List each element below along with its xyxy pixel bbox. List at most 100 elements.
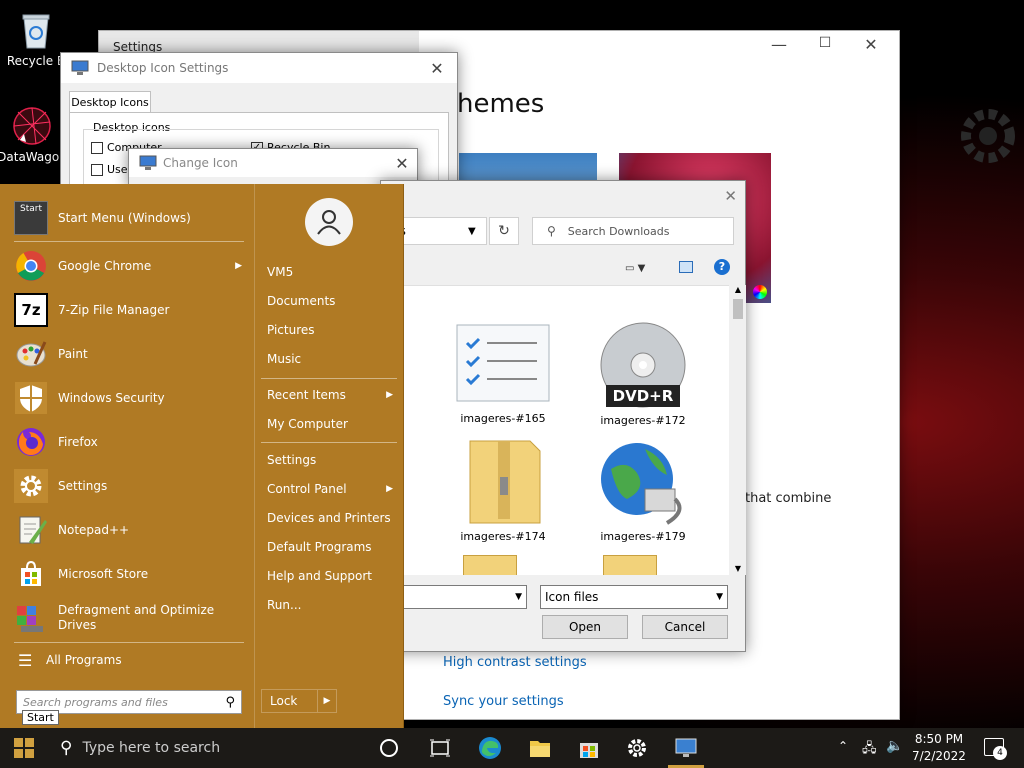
list-icon: ☰ [18,650,33,670]
settings-gear-icon[interactable] [625,736,649,760]
cancel-button[interactable]: Cancel [642,615,728,639]
file-item[interactable]: imageres-#174 [451,437,555,543]
folder-icon [463,555,517,575]
close-button[interactable]: ✕ [417,59,457,78]
start-item-microsoft-store[interactable]: Microsoft Store [14,552,246,596]
desktop-icon-label: Recycle B [6,54,66,68]
start-item-label: Defragment and Optimize Drives [58,603,215,632]
start-item-label: Windows Security [58,390,165,405]
display-settings-icon[interactable] [674,736,698,760]
high-contrast-link[interactable]: High contrast settings [443,655,587,670]
start-item-label: Start Menu (Windows) [58,210,191,225]
zip-folder-icon [469,440,541,524]
close-button[interactable]: ✕ [387,154,417,173]
file-name: imageres-#174 [460,530,546,543]
search-icon[interactable]: ⚲ [225,695,235,710]
file-item[interactable]: DVD+R imageres-#172 [591,321,695,427]
monitor-icon [139,155,157,170]
view-menu-icon[interactable]: ▭ ▼ [625,263,655,279]
lock-button[interactable]: Lock [261,689,317,713]
place-label: VM5 [267,265,294,279]
place-label: Run... [267,598,302,612]
search-placeholder: Search programs and files [23,695,168,709]
taskbar: ⚲ Type here to search ⌃ 🖧 🔈 8:50 PM 7/2/… [0,728,1024,768]
start-item-settings[interactable]: Settings [14,464,246,508]
user-avatar[interactable] [305,198,353,246]
dialog-title: Change Icon [163,156,238,170]
all-programs-button[interactable]: ☰ All Programs [14,648,246,672]
place-settings[interactable]: Settings [267,448,397,472]
search-icon: ⚲ [547,224,556,238]
task-view-icon[interactable] [428,736,452,760]
place-documents[interactable]: Documents [267,289,397,313]
lock-options-button[interactable]: ▶ [317,689,337,713]
start-item-paint[interactable]: Paint [14,332,246,376]
place-control-panel[interactable]: Control Panel ▶ [267,477,397,501]
help-icon[interactable]: ? [714,259,730,275]
shield-icon [14,381,48,415]
start-item-label: 7-Zip File Manager [58,302,170,317]
gear-watermark-icon [961,109,1015,163]
chevron-down-icon[interactable]: ▼ [468,226,486,237]
store-icon [14,557,48,591]
minimize-button[interactable]: — [759,35,799,59]
start-item-chrome[interactable]: Google Chrome ▶ [14,244,246,288]
start-item-defragment[interactable]: Defragment and Optimize Drives [14,596,246,640]
start-item-windows-security[interactable]: Windows Security [14,376,246,420]
chevron-up-icon[interactable]: ⌃ [838,739,848,753]
task-view-cortana-icon[interactable] [380,739,398,757]
tab-desktop-icons[interactable]: Desktop Icons [69,91,151,113]
start-item-notepad[interactable]: Notepad++ [14,508,246,552]
preview-pane-icon[interactable] [679,261,693,273]
place-label: Pictures [267,323,315,337]
search-input[interactable]: ⚲ Search Downloads [532,217,734,245]
taskbar-search[interactable]: ⚲ Type here to search [48,728,366,768]
file-type-select[interactable]: Icon files ▼ [540,585,728,609]
desktop-icon-datawagon[interactable]: DataWagon [0,104,68,164]
clock[interactable]: 8:50 PM 7/2/2022 [910,731,968,765]
start-item-7zip[interactable]: 7z 7-Zip File Manager [14,288,246,332]
paint-icon [14,337,48,371]
place-pictures[interactable]: Pictures [267,318,397,342]
file-item[interactable]: imageres-#179 [591,439,695,543]
start-button[interactable] [0,728,48,768]
place-run[interactable]: Run... [267,593,397,617]
sync-settings-link[interactable]: Sync your settings [443,694,564,709]
file-name: imageres-#165 [460,412,546,425]
place-default-programs[interactable]: Default Programs [267,535,397,559]
place-help-support[interactable]: Help and Support [267,564,397,588]
refresh-button[interactable]: ↻ [489,217,519,245]
search-icon: ⚲ [60,738,73,758]
close-button[interactable]: ✕ [851,35,891,59]
close-button[interactable]: ✕ [724,187,737,205]
start-item-start-menu[interactable]: Start Start Menu (Windows) [14,196,246,240]
place-user[interactable]: VM5 [267,260,397,284]
scrollbar[interactable]: ▲ ▼ [730,285,746,575]
start-menu: Start Start Menu (Windows) Google Chrome… [0,184,404,728]
checkbox-user[interactable]: User [91,163,132,176]
store-icon[interactable] [577,736,601,760]
page-title: hemes [457,89,545,119]
dvd-badge: DVD+R [612,387,674,405]
file-item[interactable]: imageres-#165 [451,323,555,425]
file-explorer-icon[interactable] [528,736,552,760]
place-recent-items[interactable]: Recent Items ▶ [267,383,397,407]
chevron-down-icon: ▼ [515,592,522,602]
clock-time: 8:50 PM [914,732,964,746]
themes-description-fragment: that combine [745,491,832,506]
maximize-button[interactable]: ☐ [805,35,845,59]
start-item-label: Notepad++ [58,522,130,537]
windows-logo-icon [14,738,34,758]
start-item-firefox[interactable]: Firefox [14,420,246,464]
edge-icon[interactable] [478,736,502,760]
place-label: Settings [267,453,317,467]
desktop-icon-label: DataWagon [0,150,67,164]
file-name: imageres-#172 [600,414,686,427]
volume-icon[interactable]: 🔈 [886,738,903,754]
place-music[interactable]: Music [267,347,397,371]
network-icon[interactable]: 🖧 [862,739,877,761]
open-button[interactable]: Open [542,615,628,639]
place-devices-printers[interactable]: Devices and Printers [267,506,397,530]
place-my-computer[interactable]: My Computer [267,412,397,436]
checklist-icon [456,324,550,402]
